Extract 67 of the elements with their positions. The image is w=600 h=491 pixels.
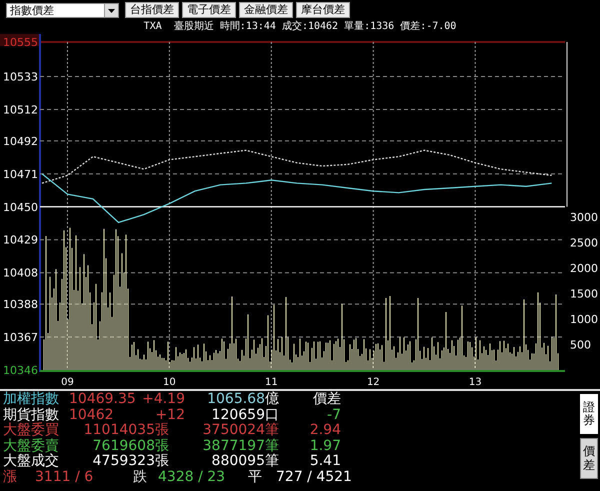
breadth-label: 平 xyxy=(248,470,263,485)
axis-label: 10492 xyxy=(3,134,38,148)
axis-label: 10471 xyxy=(3,168,38,181)
quote-value: 120659 xyxy=(210,408,265,423)
side-tab[interactable]: 證券 xyxy=(580,394,598,434)
quote-value: 880095 xyxy=(210,454,265,470)
quote-value: +12 xyxy=(154,408,185,423)
quote-value: 3750024 xyxy=(202,423,265,438)
quote-value: 10462 xyxy=(69,408,115,423)
quote-value: -7 xyxy=(326,408,341,423)
quote-value: 10469.35 xyxy=(69,392,137,408)
quote-info-line: TXA 臺股期近 時間:13:44 成交:10462 單量:1336 價差:-7.00 xyxy=(142,20,458,34)
quote-value: +4.19 xyxy=(141,392,185,408)
axis-label: 10512 xyxy=(3,103,38,116)
time-label: 11 xyxy=(265,377,278,388)
quote-value: 筆 xyxy=(265,438,280,454)
time-label: 09 xyxy=(61,377,74,388)
quote-value: 億 xyxy=(265,392,280,408)
dropdown-caret-icon[interactable] xyxy=(104,4,118,16)
index-select[interactable]: 指數價差 xyxy=(6,2,119,18)
quote-value: 張 xyxy=(155,454,170,470)
axis-label: 10429 xyxy=(3,234,38,247)
side-tab[interactable]: 價差 xyxy=(580,438,598,479)
axis-label: 10450 xyxy=(3,200,38,214)
quote-value: 1065.68 xyxy=(206,392,265,408)
quote-value: 筆 xyxy=(265,423,280,438)
volume-axis-label: 500 xyxy=(570,338,591,352)
time-label: 10 xyxy=(163,377,176,388)
axis-label: 10555 xyxy=(3,36,38,49)
breadth-label: 漲 xyxy=(3,470,18,485)
breadth-label: 跌 xyxy=(133,470,148,485)
quote-value: 4759323 xyxy=(92,454,155,470)
breadth-value: 3111 / 6 xyxy=(35,470,94,485)
volume-axis-label: 1000 xyxy=(570,313,598,326)
spread-button[interactable]: 摩台價差 xyxy=(296,2,350,18)
quote-value: 11014035 xyxy=(82,423,155,438)
spread-button[interactable]: 金融價差 xyxy=(239,2,293,18)
volume-axis-label: 2500 xyxy=(570,236,598,250)
volume-axis-label: 2000 xyxy=(570,262,598,275)
axis-label: 10367 xyxy=(3,331,38,344)
breadth-value: 727 / 4521 xyxy=(276,470,353,485)
quote-value: 張 xyxy=(155,438,170,454)
time-label: 13 xyxy=(468,377,482,388)
row-label: 大盤委買 xyxy=(3,423,60,438)
row-label: 大盤成交 xyxy=(3,454,60,470)
quote-value: 價差 xyxy=(312,392,341,408)
quote-value: 2.94 xyxy=(308,423,341,438)
time-label: 12 xyxy=(366,377,380,388)
axis-label: 10388 xyxy=(3,298,38,312)
quote-value: 筆 xyxy=(265,454,280,470)
spread-button[interactable]: 電子價差 xyxy=(182,2,236,18)
row-label: 大盤委賣 xyxy=(3,438,60,454)
row-label: 加權指數 xyxy=(3,392,60,408)
axis-label: 10533 xyxy=(3,70,38,84)
quote-value: 口 xyxy=(265,408,280,422)
spread-button[interactable]: 台指價差 xyxy=(125,2,179,18)
volume-axis-label: 1500 xyxy=(570,288,598,300)
quote-value: 張 xyxy=(155,423,170,438)
row-label: 期貨指數 xyxy=(3,408,60,422)
quote-value: 3877197 xyxy=(202,438,265,454)
quote-value: 5.41 xyxy=(308,454,341,470)
quote-value: 7619608 xyxy=(92,438,155,454)
axis-label: 10408 xyxy=(3,266,38,280)
volume-axis-label: 3000 xyxy=(570,211,598,224)
breadth-value: 4328 / 23 xyxy=(158,470,226,485)
axis-label: 10346 xyxy=(3,364,38,377)
quote-value: 1.97 xyxy=(308,438,341,454)
